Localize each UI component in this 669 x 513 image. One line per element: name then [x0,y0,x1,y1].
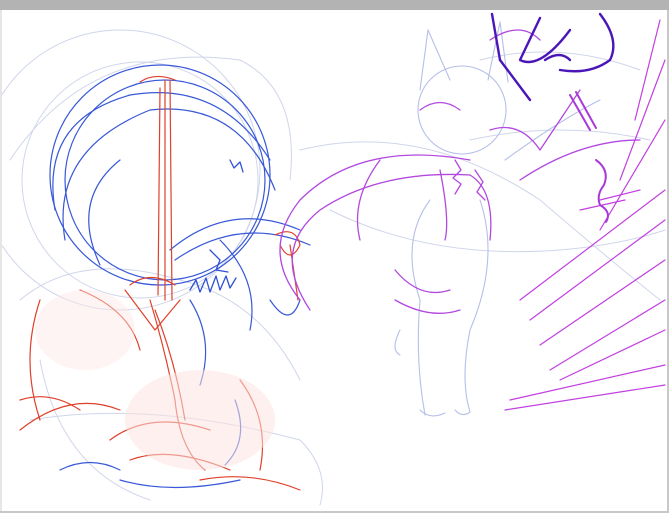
purple-character-underdrawing [394,21,601,417]
window-title-bar [0,0,669,10]
purple-character-lines [279,29,641,314]
blue-fur-strokes [189,159,244,293]
magenta-speed-lines [504,19,666,411]
drawing-canvas[interactable] [2,10,667,511]
sketch-artwork [2,12,666,506]
purple-baton [569,91,609,223]
